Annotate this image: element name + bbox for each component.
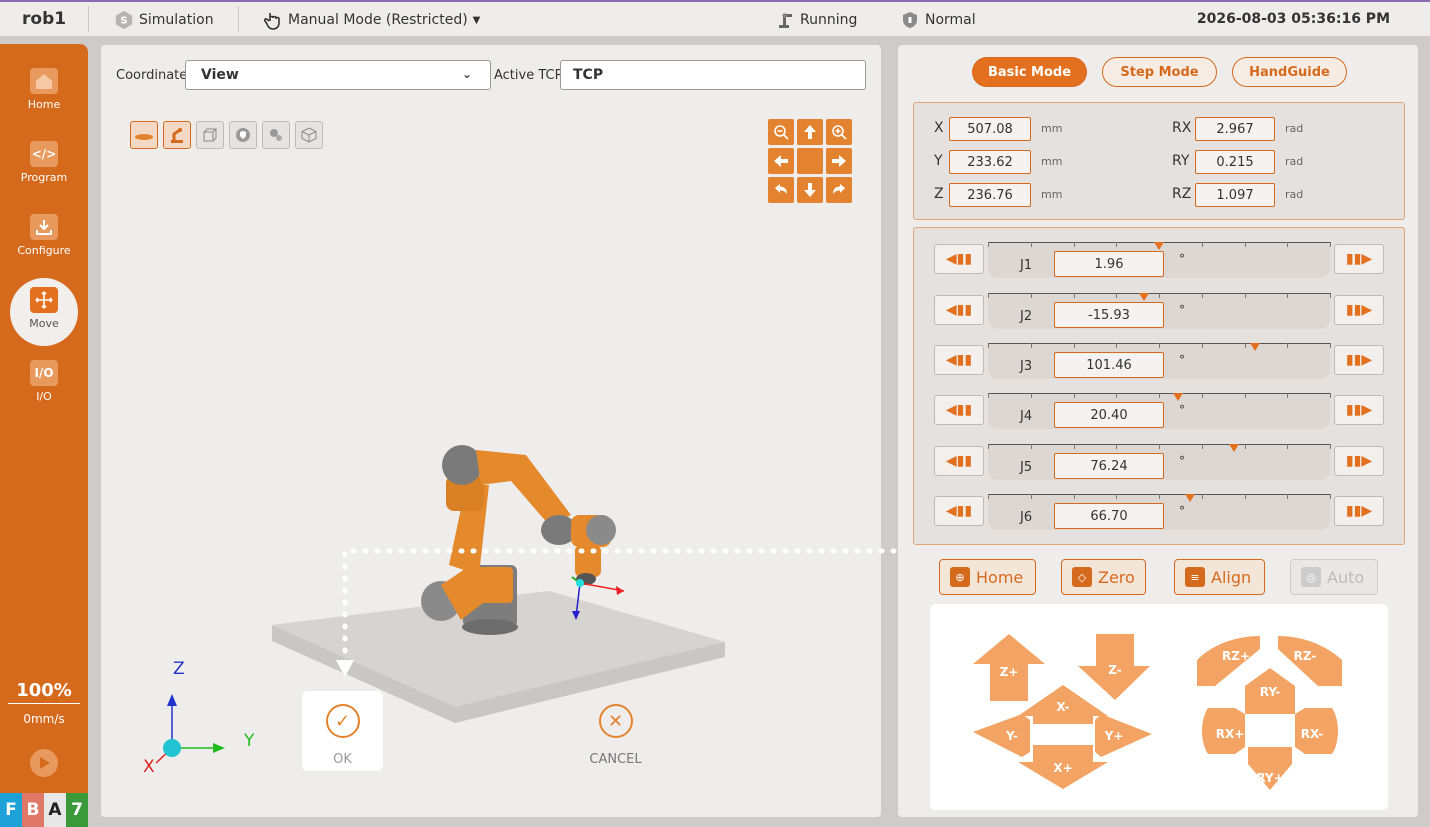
ryminus-text: RY- — [1260, 685, 1281, 699]
joint-position-marker — [1139, 293, 1149, 301]
check-icon: ✓ — [325, 704, 360, 738]
joint-slider[interactable]: J3 101.46 ° — [988, 343, 1331, 379]
close-icon: ✕ — [598, 704, 633, 738]
arrow-left-icon: ◀▮▮ — [945, 453, 973, 469]
auto-button[interactable]: ◎ Auto — [1290, 559, 1378, 595]
joint-position-marker — [1229, 444, 1239, 452]
home-button[interactable]: ⊕ Home — [939, 559, 1036, 595]
zplus-text: Z+ — [1000, 665, 1019, 679]
joint-position-marker — [1173, 393, 1183, 401]
arrow-right-icon: ▮▮▶ — [1345, 251, 1373, 267]
xplus-text: X+ — [1053, 761, 1072, 775]
ryplus-text: RY+ — [1256, 771, 1283, 785]
joint-slider[interactable]: J5 76.24 ° — [988, 444, 1331, 480]
joint-5-increase-button[interactable]: ▮▮▶ — [1334, 446, 1384, 476]
arrow-right-icon: ▮▮▶ — [1345, 402, 1373, 418]
joint-value-field[interactable]: 76.24 — [1054, 453, 1164, 479]
joint-2-decrease-button[interactable]: ◀▮▮ — [934, 295, 984, 325]
joint-position-marker — [1250, 343, 1260, 351]
joint-unit: ° — [1179, 252, 1185, 266]
yplus-text: Y+ — [1104, 729, 1124, 743]
joint-2-increase-button[interactable]: ▮▮▶ — [1334, 295, 1384, 325]
zminus-text: Z- — [1108, 663, 1121, 677]
cube-icon: ◇ — [1072, 567, 1092, 587]
y-plus-button[interactable] — [1095, 714, 1152, 757]
joint-slider[interactable]: J2 -15.93 ° — [988, 293, 1331, 329]
handguide-button[interactable]: HandGuide — [1232, 57, 1347, 87]
arrow-right-icon: ▮▮▶ — [1345, 352, 1373, 368]
rzminus-text: RZ- — [1294, 649, 1317, 663]
jog-controls: Z+ Z- X- Y- Y+ X+ RZ+ RZ- RY- RX+ RX- RY… — [930, 604, 1388, 810]
joint-unit: ° — [1179, 454, 1185, 468]
auto-icon: ◎ — [1301, 567, 1321, 587]
joint-value-field[interactable]: 1.96 — [1054, 251, 1164, 277]
zero-button[interactable]: ◇ Zero — [1061, 559, 1146, 595]
joint-label: J2 — [1020, 309, 1033, 324]
joint-unit: ° — [1179, 353, 1185, 367]
ok-button[interactable]: ✓ OK — [302, 691, 383, 771]
joint-4-decrease-button[interactable]: ◀▮▮ — [934, 395, 984, 425]
joint-value-field[interactable]: 20.40 — [1054, 402, 1164, 428]
rxminus-text: RX- — [1301, 727, 1324, 741]
joint-3-increase-button[interactable]: ▮▮▶ — [1334, 345, 1384, 375]
cancel-button[interactable]: ✕ CANCEL — [575, 691, 656, 771]
jog-panel: Basic Mode Step Mode HandGuide X 507.08 … — [898, 45, 1418, 817]
joint-position-marker — [1185, 494, 1195, 502]
cartesian-values: X 507.08 mm Y 233.62 mm Z 236.76 mm RX 2… — [913, 102, 1405, 220]
joint-1-decrease-button[interactable]: ◀▮▮ — [934, 244, 984, 274]
x-value-field[interactable]: 507.08 — [949, 117, 1031, 141]
joint-label: J4 — [1020, 409, 1033, 424]
joint-unit: ° — [1179, 303, 1185, 317]
joint-5-decrease-button[interactable]: ◀▮▮ — [934, 446, 984, 476]
step-mode-button[interactable]: Step Mode — [1102, 57, 1217, 87]
joint-slider[interactable]: J1 1.96 ° — [988, 242, 1331, 278]
joint-unit: ° — [1179, 403, 1185, 417]
align-icon: ≡ — [1185, 567, 1205, 587]
arrow-left-icon: ◀▮▮ — [945, 402, 973, 418]
rxplus-text: RX+ — [1216, 727, 1245, 741]
arrow-left-icon: ◀▮▮ — [945, 503, 973, 519]
arrow-left-icon: ◀▮▮ — [945, 302, 973, 318]
basic-mode-button[interactable]: Basic Mode — [972, 57, 1087, 87]
joint-1-increase-button[interactable]: ▮▮▶ — [1334, 244, 1384, 274]
joint-values: ◀▮▮ J1 1.96 ° ▮▮▶ ◀▮▮ J2 -15.93 ° ▮▮▶ ◀▮▮ J3 101.46 °… — [913, 227, 1405, 545]
cancel-label: CANCEL — [589, 752, 642, 767]
arrow-right-icon: ▮▮▶ — [1345, 453, 1373, 469]
z-value-field[interactable]: 236.76 — [949, 183, 1031, 207]
align-button[interactable]: ≡ Align — [1174, 559, 1265, 595]
joint-position-marker — [1154, 242, 1164, 250]
rx-value-field[interactable]: 2.967 — [1195, 117, 1275, 141]
joint-slider[interactable]: J6 66.70 ° — [988, 494, 1331, 530]
joint-unit: ° — [1179, 504, 1185, 518]
ry-value-field[interactable]: 0.215 — [1195, 150, 1275, 174]
ok-label: OK — [333, 752, 352, 767]
joint-label: J6 — [1020, 510, 1033, 525]
joint-6-increase-button[interactable]: ▮▮▶ — [1334, 496, 1384, 526]
joint-6-decrease-button[interactable]: ◀▮▮ — [934, 496, 984, 526]
joint-label: J3 — [1020, 359, 1033, 374]
y-minus-button[interactable] — [973, 714, 1030, 757]
joint-4-increase-button[interactable]: ▮▮▶ — [1334, 395, 1384, 425]
home-target-icon: ⊕ — [950, 567, 970, 587]
joint-value-field[interactable]: 66.70 — [1054, 503, 1164, 529]
rzplus-text: RZ+ — [1222, 649, 1250, 663]
rz-value-field[interactable]: 1.097 — [1195, 183, 1275, 207]
y-value-field[interactable]: 233.62 — [949, 150, 1031, 174]
joint-label: J1 — [1020, 258, 1033, 273]
xminus-text: X- — [1056, 700, 1069, 714]
arrow-right-icon: ▮▮▶ — [1345, 503, 1373, 519]
joint-3-decrease-button[interactable]: ◀▮▮ — [934, 345, 984, 375]
arrow-left-icon: ◀▮▮ — [945, 352, 973, 368]
joint-slider[interactable]: J4 20.40 ° — [988, 393, 1331, 429]
arrow-left-icon: ◀▮▮ — [945, 251, 973, 267]
joint-value-field[interactable]: 101.46 — [1054, 352, 1164, 378]
joint-value-field[interactable]: -15.93 — [1054, 302, 1164, 328]
arrow-right-icon: ▮▮▶ — [1345, 302, 1373, 318]
yminus-text: Y- — [1005, 729, 1018, 743]
joint-label: J5 — [1020, 460, 1033, 475]
